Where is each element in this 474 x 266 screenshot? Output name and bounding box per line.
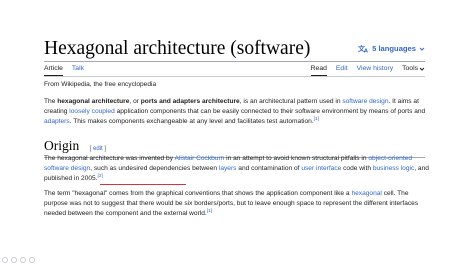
languages-button[interactable]: 文 A 5 languages <box>358 44 425 53</box>
section-edit: [ edit ] <box>90 146 106 152</box>
text: . This makes components exchangeable at … <box>69 118 314 125</box>
section-title: Origin <box>44 138 80 153</box>
link-software-design[interactable]: software design <box>342 98 388 105</box>
origin-paragraph-2: The term "hexagonal" comes from the grap… <box>44 189 429 219</box>
circle-icon[interactable] <box>11 257 17 263</box>
tab-read[interactable]: Read <box>310 65 327 76</box>
intro-paragraph: The hexagonal architecture, or ports and… <box>44 97 429 127</box>
text: , or <box>129 98 141 105</box>
tabs-divider <box>44 76 425 77</box>
tab-talk[interactable]: Talk <box>72 65 84 76</box>
page-title: Hexagonal architecture (software) <box>44 38 311 59</box>
red-underline-annotation <box>100 184 186 185</box>
text: in an attempt to avoid known structural … <box>224 155 369 162</box>
bold-term: ports and adapters architecture <box>140 98 240 105</box>
reference-2[interactable]: [2] <box>98 174 103 179</box>
tab-view-history[interactable]: View history <box>357 65 394 76</box>
text: The term "hexagonal" comes from the grap… <box>44 190 352 197</box>
link-business-logic[interactable]: business logic <box>373 165 414 172</box>
translate-icon: 文 A <box>358 44 368 54</box>
tab-edit[interactable]: Edit <box>336 65 348 76</box>
site-tagline: From Wikipedia, the free encyclopedia <box>44 81 157 88</box>
circle-icon[interactable] <box>20 257 26 263</box>
text: The <box>44 98 58 105</box>
edit-section-link[interactable]: edit <box>93 146 103 152</box>
link-alistair-cockburn[interactable]: Alistair Cockburn <box>175 155 225 162</box>
origin-paragraph-1: The hexagonal architecture was invented … <box>44 154 429 184</box>
languages-label: 5 languages <box>372 44 416 53</box>
link-hexagonal[interactable]: hexagonal <box>351 190 381 197</box>
text: application components that can be easil… <box>114 108 426 115</box>
chevron-down-icon <box>419 47 425 51</box>
text: , is an architectural pattern used in <box>239 98 343 105</box>
reference-1[interactable]: [1] <box>207 209 212 214</box>
link-user-interface[interactable]: user interface <box>301 165 341 172</box>
link-loosely-coupled[interactable]: loosely coupled <box>69 108 114 115</box>
view-tabs: Read Edit View history Tools <box>310 65 425 76</box>
bold-term: hexagonal architecture <box>57 98 130 105</box>
viewer-controls <box>2 257 35 263</box>
text: The hexagonal architecture was invented … <box>44 155 175 162</box>
text: and contamination of <box>236 165 302 172</box>
tab-article[interactable]: Article <box>44 65 63 76</box>
svg-text:A: A <box>364 49 368 54</box>
link-layers[interactable]: layers <box>219 165 237 172</box>
circle-icon[interactable] <box>29 257 35 263</box>
reference-1[interactable]: [1] <box>314 117 319 122</box>
namespace-tabs: Article Talk <box>44 65 84 76</box>
tools-menu[interactable]: Tools <box>402 65 425 76</box>
bracket: ] <box>102 146 107 152</box>
text: , such as undesired dependencies between <box>90 165 219 172</box>
link-adapters[interactable]: adapters <box>44 118 70 125</box>
chevron-down-icon <box>419 67 425 71</box>
circle-icon[interactable] <box>2 257 8 263</box>
title-divider <box>44 61 425 62</box>
text: code with <box>341 165 373 172</box>
tools-label: Tools <box>402 65 418 72</box>
